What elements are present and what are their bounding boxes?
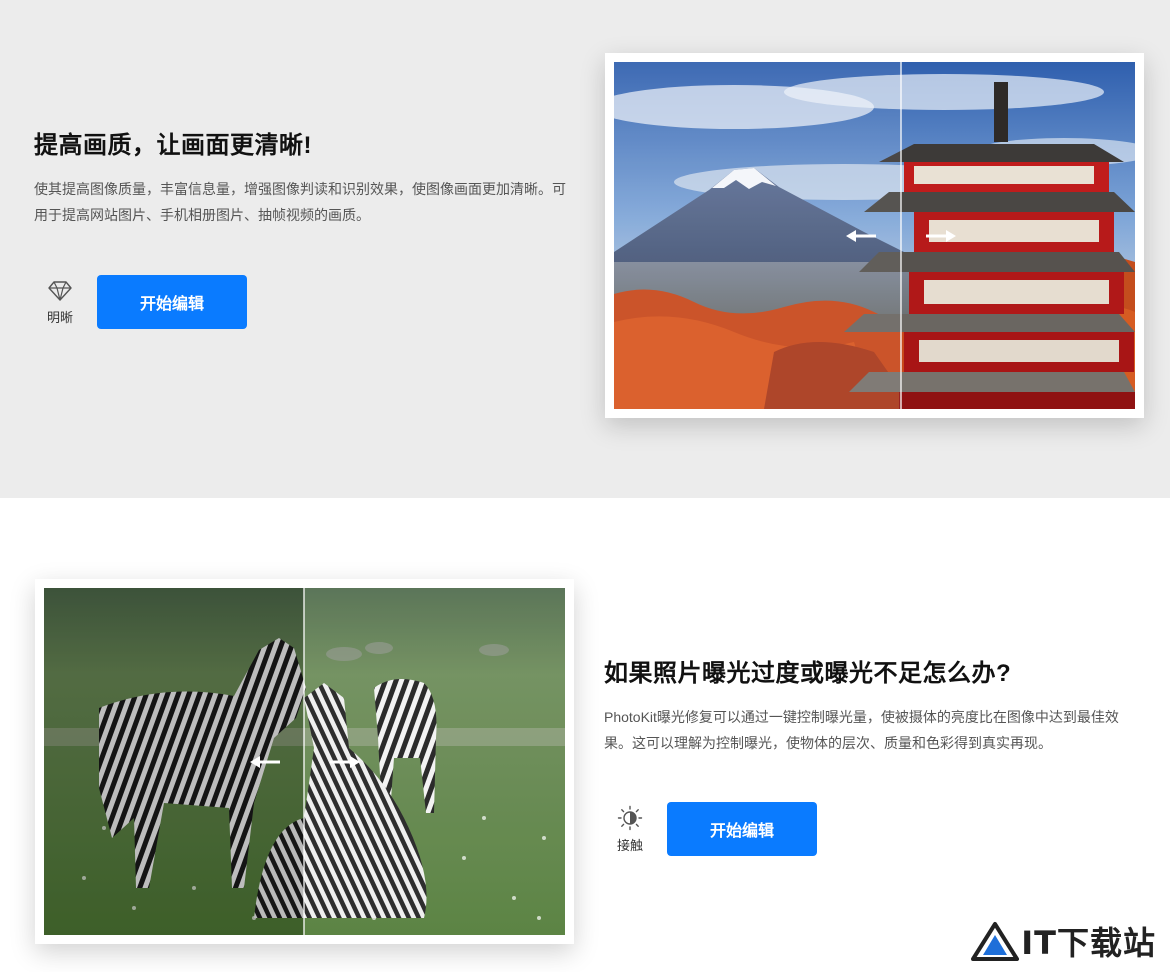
exposure-actions: 接触 开始编辑 xyxy=(605,802,817,856)
pagoda-comparison-image[interactable] xyxy=(605,53,1144,418)
clarity-feature: 明晰 xyxy=(35,279,85,326)
exposure-text-block: 如果照片曝光过度或曝光不足怎么办? PhotoKit曝光修复可以通过一键控制曝光… xyxy=(604,658,1144,756)
exposure-feature: 接触 xyxy=(605,805,655,854)
clarity-heading: 提高画质，让画面更清晰! xyxy=(34,132,312,159)
start-edit-button[interactable]: 开始编辑 xyxy=(97,275,247,329)
pagoda-photo xyxy=(614,62,1135,409)
clarity-text-block: 提高画质，让画面更清晰! 使其提高图像质量，丰富信息量，增强图像判读和识别效果，… xyxy=(34,130,574,228)
logo-triangle-icon xyxy=(971,922,1020,961)
exposure-heading: 如果照片曝光过度或曝光不足怎么办? xyxy=(604,660,1012,687)
exposure-section: 如果照片曝光过度或曝光不足怎么办? PhotoKit曝光修复可以通过一键控制曝光… xyxy=(0,498,1170,972)
exposure-feature-label: 接触 xyxy=(616,837,643,853)
diamond-icon xyxy=(48,280,72,301)
clarity-description: 使其提高图像质量，丰富信息量，增强图像判读和识别效果，使图像画面更加清晰。可用于… xyxy=(34,181,566,223)
clarity-feature-label: 明晰 xyxy=(46,309,73,325)
brightness-icon xyxy=(617,805,643,830)
zebra-comparison-image[interactable] xyxy=(35,579,574,944)
exposure-description: PhotoKit曝光修复可以通过一键控制曝光量，使被摄体的亮度比在图像中达到最佳… xyxy=(604,709,1119,751)
zebra-photo xyxy=(44,588,565,935)
clarity-section: 提高画质，让画面更清晰! 使其提高图像质量，丰富信息量，增强图像判读和识别效果，… xyxy=(0,0,1170,498)
logo-text: IT下载站 xyxy=(1021,924,1156,962)
site-logo[interactable]: IT下载站 xyxy=(971,918,1156,964)
start-edit-button-2[interactable]: 开始编辑 xyxy=(667,802,817,856)
clarity-actions: 明晰 开始编辑 xyxy=(35,275,247,329)
